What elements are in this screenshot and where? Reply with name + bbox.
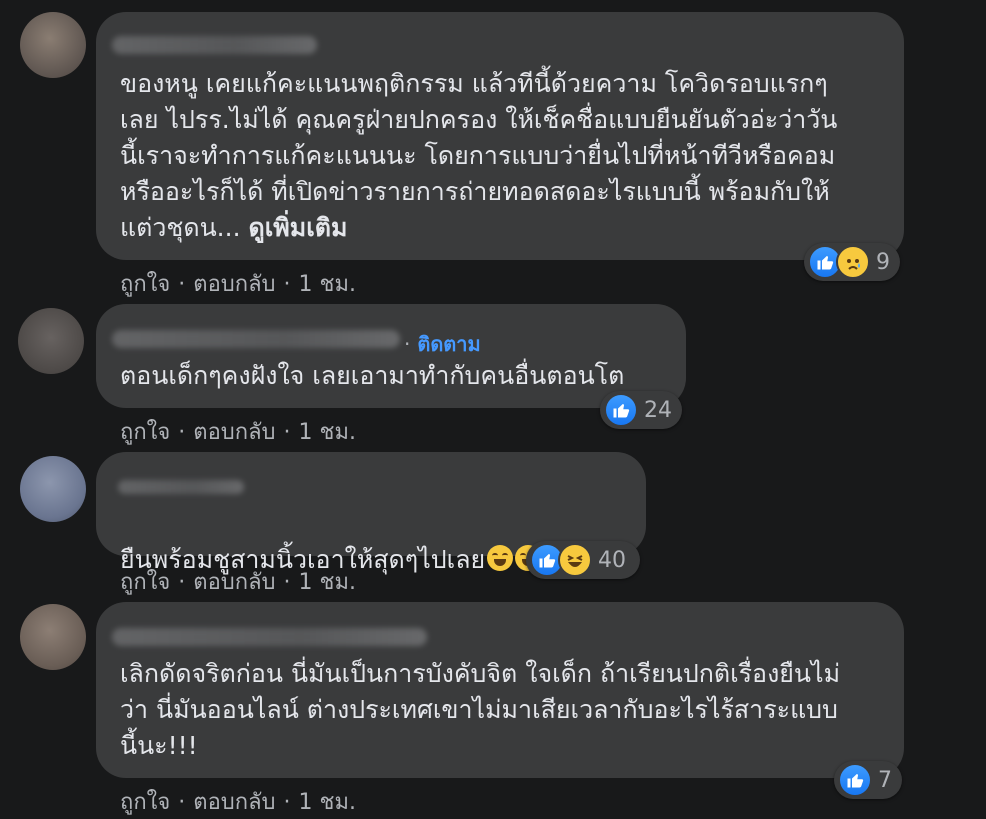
sad-reaction-icon	[836, 245, 870, 279]
author-name[interactable]	[118, 480, 244, 494]
separator: ·	[283, 272, 291, 297]
like-reaction-icon	[604, 393, 638, 427]
see-more-link[interactable]: ดูเพิ่มเติม	[248, 213, 347, 242]
haha-reaction-icon	[558, 543, 592, 577]
comment-bubble: ของหนู เคยแก้คะแนนพฤติกรรม แล้วทีนี้ด้วย…	[96, 12, 904, 260]
comment-text: เลิกดัดจริตก่อน นี่มันเป็นการบังคับจิต ใ…	[120, 659, 841, 760]
reaction-count: 7	[878, 767, 892, 793]
reply-action[interactable]: ตอบกลับ	[193, 790, 275, 815]
like-action[interactable]: ถูกใจ	[120, 272, 170, 297]
separator: ·	[178, 790, 186, 815]
separator: ·	[283, 790, 291, 815]
separator: ·	[178, 570, 186, 595]
comment-text: ตอนเด็กๆคงฝังใจ เลยเอามาทำกับคนอื่นตอนโต	[120, 361, 625, 390]
timestamp[interactable]: 1 ชม.	[299, 570, 356, 595]
follow-label: ติดตาม	[417, 332, 481, 356]
separator: ·	[283, 570, 291, 595]
separator: ·	[283, 420, 291, 445]
reaction-count: 40	[598, 547, 626, 573]
separator: ·	[178, 420, 186, 445]
comment-actions: ถูกใจ · ตอบกลับ · 1 ชม.	[120, 414, 356, 449]
reaction-summary[interactable]: 40	[526, 541, 640, 579]
comment-actions: ถูกใจ · ตอบกลับ · 1 ชม.	[120, 564, 356, 599]
comment-bubble: · ติดตาม ตอนเด็กๆคงฝังใจ เลยเอามาทำกับคน…	[96, 304, 686, 408]
timestamp[interactable]: 1 ชม.	[299, 272, 356, 297]
like-action[interactable]: ถูกใจ	[120, 790, 170, 815]
comment-bubble: เลิกดัดจริตก่อน นี่มันเป็นการบังคับจิต ใ…	[96, 602, 904, 778]
separator: ·	[178, 272, 186, 297]
timestamp[interactable]: 1 ชม.	[299, 790, 356, 815]
comment-actions: ถูกใจ · ตอบกลับ · 1 ชม.	[120, 784, 356, 819]
author-name[interactable]	[112, 36, 317, 54]
avatar[interactable]	[20, 12, 86, 78]
follow-link[interactable]: · ติดตาม	[404, 328, 481, 360]
avatar[interactable]	[20, 604, 86, 670]
like-action[interactable]: ถูกใจ	[120, 570, 170, 595]
reply-action[interactable]: ตอบกลับ	[193, 272, 275, 297]
comment-body: ของหนู เคยแก้คะแนนพฤติกรรม แล้วทีนี้ด้วย…	[120, 69, 838, 242]
comment-text: ของหนู เคยแก้คะแนนพฤติกรรม แล้วทีนี้ด้วย…	[120, 66, 900, 246]
reply-action[interactable]: ตอบกลับ	[193, 420, 275, 445]
reply-action[interactable]: ตอบกลับ	[193, 570, 275, 595]
separator: ·	[404, 332, 411, 356]
reaction-summary[interactable]: 9	[804, 243, 900, 281]
timestamp[interactable]: 1 ชม.	[299, 420, 356, 445]
reaction-summary[interactable]: 7	[834, 761, 902, 799]
avatar[interactable]	[20, 456, 86, 522]
like-action[interactable]: ถูกใจ	[120, 420, 170, 445]
reaction-count: 9	[876, 249, 890, 275]
author-name[interactable]	[112, 628, 427, 646]
rolling-laughing-emoji-icon	[487, 545, 514, 571]
avatar[interactable]	[18, 308, 84, 374]
comment-actions: ถูกใจ · ตอบกลับ · 1 ชม.	[120, 266, 356, 301]
like-reaction-icon	[838, 763, 872, 797]
reaction-summary[interactable]: 24	[600, 391, 682, 429]
reaction-count: 24	[644, 397, 672, 423]
author-name[interactable]	[112, 330, 400, 348]
